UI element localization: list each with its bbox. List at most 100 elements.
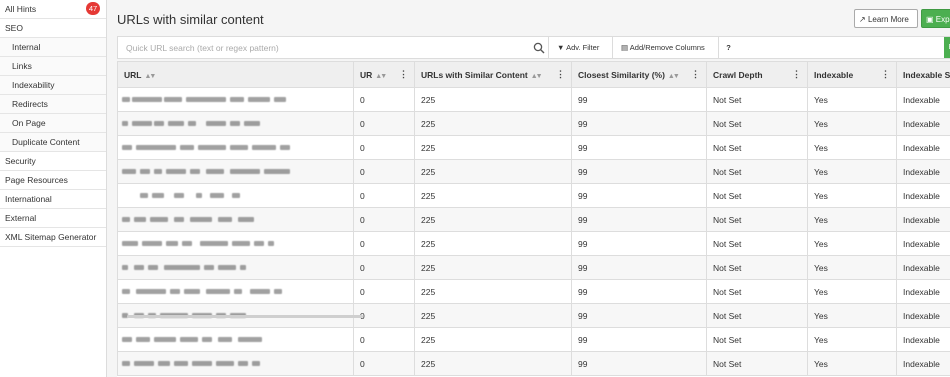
cell-indexable: Yes [807, 303, 897, 328]
table-row[interactable]: 022599Not SetYesIndexable [117, 327, 950, 352]
cell-similar: 225 [414, 351, 572, 376]
columns-icon: ▤ [621, 43, 629, 52]
kebab-menu-icon[interactable]: ⋮ [881, 69, 890, 80]
redacted-url-text [190, 217, 212, 222]
redacted-url-text [230, 97, 244, 102]
redacted-url-text [198, 145, 226, 150]
redacted-url-text [230, 121, 240, 126]
redacted-url-text [204, 265, 214, 270]
redacted-url-text [230, 145, 248, 150]
sort-icon[interactable]: ▲▼ [144, 73, 156, 80]
cell-status: Indexable [896, 255, 950, 280]
export-chip[interactable]: E [944, 37, 950, 58]
cell-url[interactable] [117, 183, 354, 208]
kebab-menu-icon[interactable]: ⋮ [792, 69, 801, 80]
cell-status: Indexable [896, 327, 950, 352]
help-button[interactable]: ? [718, 37, 738, 58]
column-header[interactable]: URL ▲▼ [117, 61, 354, 88]
redacted-url-text [154, 169, 162, 174]
sort-icon[interactable]: ▲▼ [668, 73, 680, 80]
cell-url[interactable] [117, 207, 354, 232]
search-input[interactable] [118, 37, 546, 58]
cell-closest: 99 [571, 279, 707, 304]
table-row[interactable]: 022599Not SetYesIndexable [117, 159, 950, 184]
table-row[interactable]: 022599Not SetYesIndexable [117, 279, 950, 304]
kebab-menu-icon[interactable]: ⋮ [399, 69, 408, 80]
cell-url[interactable] [117, 327, 354, 352]
cell-url[interactable] [117, 111, 354, 136]
cell-closest: 99 [571, 159, 707, 184]
redacted-url-text [140, 193, 148, 198]
sidebar-item[interactable]: SEO [0, 19, 106, 38]
hint-count-badge: 47 [86, 2, 100, 15]
kebab-menu-icon[interactable]: ⋮ [691, 69, 700, 80]
redacted-url-text [218, 265, 236, 270]
table-row[interactable]: 022599Not SetYesIndexable [117, 135, 950, 160]
redacted-url-text [200, 241, 228, 246]
redacted-url-text [252, 361, 260, 366]
sidebar-item[interactable]: All Hints 47 [0, 0, 106, 19]
cell-similar: 225 [414, 135, 572, 160]
redacted-url-text [180, 145, 194, 150]
sort-icon[interactable]: ▲▼ [375, 73, 387, 80]
cell-status: Indexable [896, 87, 950, 112]
sidebar-item[interactable]: Indexability [0, 76, 106, 95]
table-row[interactable]: 022599Not SetYesIndexable [117, 87, 950, 112]
redacted-url-text [238, 217, 254, 222]
column-header[interactable]: Indexable S [896, 61, 950, 88]
table-row[interactable]: 022599Not SetYesIndexable [117, 231, 950, 256]
column-header[interactable]: Crawl Depth ⋮ [706, 61, 808, 88]
redacted-url-text [252, 145, 276, 150]
sidebar-item-label: Internal [12, 42, 41, 52]
cell-url[interactable] [117, 231, 354, 256]
cell-ur: 0 [353, 111, 415, 136]
sidebar-item[interactable]: XML Sitemap Generator [0, 228, 106, 247]
cell-ur: 0 [353, 279, 415, 304]
column-header[interactable]: URLs with Similar Content ▲▼ ⋮ [414, 61, 572, 88]
adv-filter-button[interactable]: ▼ Adv. Filter [548, 37, 612, 58]
cell-url[interactable] [117, 279, 354, 304]
cell-url[interactable] [117, 351, 354, 376]
cell-url[interactable] [117, 135, 354, 160]
adv-filter-label: Adv. Filter [566, 43, 600, 52]
redacted-url-text [210, 193, 224, 198]
table-row[interactable]: 022599Not SetYesIndexable [117, 111, 950, 136]
sidebar-item[interactable]: Security [0, 152, 106, 171]
sidebar-item[interactable]: Links [0, 57, 106, 76]
sidebar-item[interactable]: Page Resources [0, 171, 106, 190]
column-header[interactable]: Indexable ⋮ [807, 61, 897, 88]
learn-more-button[interactable]: ↗ Learn More [854, 9, 918, 28]
column-header[interactable]: UR ▲▼ ⋮ [353, 61, 415, 88]
table-row[interactable]: 022599Not SetYesIndexable [117, 255, 950, 280]
cell-status: Indexable [896, 351, 950, 376]
table-row[interactable]: 022599Not SetYesIndexable [117, 183, 950, 208]
cell-closest: 99 [571, 231, 707, 256]
sidebar-item[interactable]: Duplicate Content [0, 133, 106, 152]
sidebar-item[interactable]: On Page [0, 114, 106, 133]
cell-status: Indexable [896, 279, 950, 304]
cell-url[interactable] [117, 87, 354, 112]
search-icon[interactable] [533, 42, 545, 54]
table-row[interactable]: 022599Not SetYesIndexable [117, 207, 950, 232]
sort-icon[interactable]: ▲▼ [531, 73, 543, 80]
external-link-icon: ↗ [859, 15, 866, 24]
column-header[interactable]: Closest Similarity (%) ▲▼ ⋮ [571, 61, 707, 88]
sidebar-item[interactable]: International [0, 190, 106, 209]
add-remove-columns-button[interactable]: ▤ Add/Remove Columns [612, 37, 718, 58]
redacted-url-text [132, 97, 162, 102]
sidebar-item[interactable]: Internal [0, 38, 106, 57]
cell-depth: Not Set [706, 303, 808, 328]
redacted-url-text [134, 265, 144, 270]
horizontal-scrollbar[interactable] [127, 315, 363, 318]
redacted-url-text [140, 169, 150, 174]
sidebar-item[interactable]: External [0, 209, 106, 228]
sidebar-item[interactable]: Redirects [0, 95, 106, 114]
table-row[interactable]: 022599Not SetYesIndexable [117, 351, 950, 376]
cell-indexable: Yes [807, 111, 897, 136]
cell-url[interactable] [117, 159, 354, 184]
kebab-menu-icon[interactable]: ⋮ [556, 69, 565, 80]
column-header-label: Crawl Depth [713, 69, 763, 80]
learn-more-label: Learn More [867, 15, 909, 24]
cell-url[interactable] [117, 255, 354, 280]
export-button[interactable]: ▣ Exp [921, 9, 950, 28]
